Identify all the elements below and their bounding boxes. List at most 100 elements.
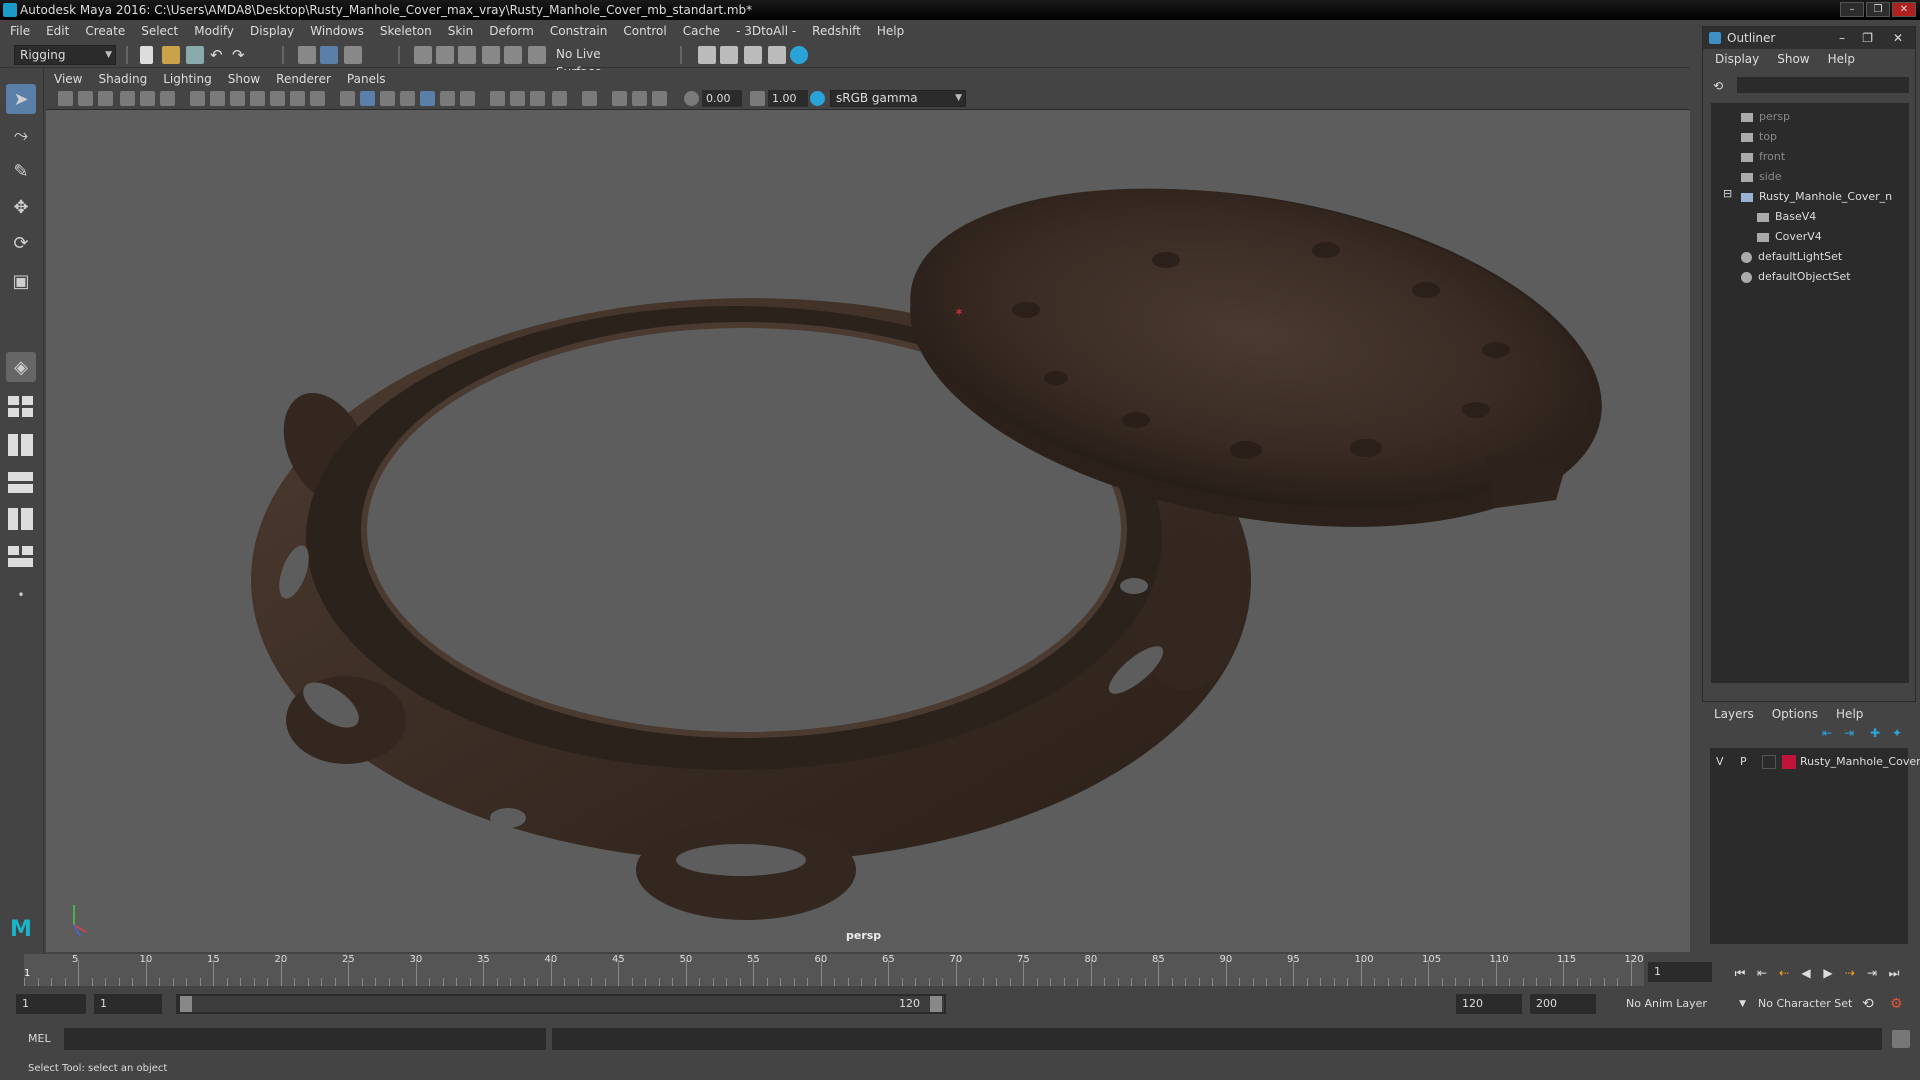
layers-menu-help[interactable]: Help (1836, 707, 1863, 721)
default-material-icon[interactable] (400, 91, 415, 106)
redo-icon[interactable]: ↷ (232, 46, 250, 64)
playback-start-field[interactable]: 1 (94, 994, 162, 1014)
select-tool-icon[interactable]: ➤ (6, 84, 36, 114)
depth-of-field-icon[interactable] (552, 91, 567, 106)
single-perspective-view-icon[interactable]: ◈ (6, 352, 36, 382)
time-ruler[interactable]: 5 10 15 20 25 30 35 40 45 50 55 60 65 70 75 80 85 90 95 100… (24, 954, 1644, 986)
viewport-menu-lighting[interactable]: Lighting (163, 72, 212, 86)
step-forward-frame-icon[interactable]: ⇢ (1842, 965, 1858, 981)
outliner-item[interactable]: Rusty_Manhole_Cover_n (1741, 187, 1892, 207)
move-layer-down-icon[interactable]: ⇥ (1844, 726, 1854, 740)
textured-icon[interactable] (420, 91, 435, 106)
exposure-field[interactable]: 0.00 (702, 90, 742, 107)
layer-color-swatch[interactable] (1782, 755, 1796, 769)
range-slider[interactable]: 1 120 (176, 994, 946, 1014)
outliner-menu-display[interactable]: Display (1715, 52, 1759, 66)
menu-select[interactable]: Select (141, 24, 178, 38)
character-set-dropdown[interactable]: No Character Set (1752, 994, 1872, 1014)
2d-pan-zoom-icon[interactable] (140, 91, 155, 106)
collapse-toggle-icon[interactable]: ⊟ (1723, 187, 1732, 200)
paint-select-tool-icon[interactable]: ✎ (6, 156, 36, 186)
menu-windows[interactable]: Windows (310, 24, 364, 38)
resolution-gate-icon[interactable] (230, 91, 245, 106)
menu-cache[interactable]: Cache (683, 24, 720, 38)
ipr-render-icon[interactable] (720, 46, 738, 64)
render-frame-icon[interactable] (698, 46, 716, 64)
safe-title-icon[interactable] (310, 91, 325, 106)
range-end-handle[interactable] (930, 996, 942, 1012)
four-view-layout-icon[interactable] (6, 394, 36, 418)
new-layer-icon[interactable]: ✚ (1870, 726, 1880, 740)
save-scene-icon[interactable] (186, 46, 204, 64)
viewport-menu-renderer[interactable]: Renderer (276, 72, 331, 86)
outliner-minimize-button[interactable]: – (1839, 27, 1845, 49)
step-forward-key-icon[interactable]: ⇥ (1864, 965, 1880, 981)
go-to-end-icon[interactable]: ⏭ (1886, 965, 1902, 981)
new-scene-icon[interactable] (140, 46, 153, 64)
current-frame-field[interactable]: 1 (1648, 962, 1712, 982)
xray-icon[interactable] (612, 91, 627, 106)
menu-skin[interactable]: Skin (448, 24, 474, 38)
time-slider[interactable]: 5 10 15 20 25 30 35 40 45 50 55 60 65 70 75 80 85 90 95 100… (0, 954, 1920, 988)
menu-control[interactable]: Control (623, 24, 666, 38)
menu-edit[interactable]: Edit (46, 24, 69, 38)
menu-file[interactable]: File (10, 24, 30, 38)
menu-create[interactable]: Create (85, 24, 125, 38)
outliner-item[interactable]: defaultObjectSet (1741, 267, 1851, 287)
outliner-graph-layout-icon[interactable] (6, 544, 36, 568)
menu-modify[interactable]: Modify (194, 24, 234, 38)
color-management-icon[interactable] (810, 91, 825, 106)
command-input[interactable] (64, 1028, 546, 1050)
outliner-item[interactable]: defaultLightSet (1741, 247, 1842, 267)
outliner-menu-help[interactable]: Help (1828, 52, 1855, 66)
hypershade-layout-icon[interactable] (6, 506, 36, 530)
gamma-field[interactable]: 1.00 (768, 90, 808, 107)
isolate-select-icon[interactable] (582, 91, 597, 106)
playback-end-field[interactable]: 120 (1456, 994, 1522, 1014)
gamma-icon[interactable] (750, 91, 765, 106)
render-view-icon[interactable] (790, 46, 808, 64)
animation-start-field[interactable]: 1 (16, 994, 86, 1014)
gate-mask-icon[interactable] (250, 91, 265, 106)
bookmark-icon[interactable] (98, 91, 113, 106)
render-settings-icon[interactable] (744, 46, 762, 64)
select-hierarchy-icon[interactable] (298, 46, 316, 64)
move-layer-up-icon[interactable]: ⇤ (1822, 726, 1832, 740)
layers-menu-layers[interactable]: Layers (1714, 707, 1754, 721)
range-start-handle[interactable] (180, 996, 192, 1012)
maximize-button[interactable]: ❐ (1866, 2, 1890, 17)
screen-space-ao-icon[interactable] (490, 91, 505, 106)
camera-attributes-icon[interactable] (78, 91, 93, 106)
shadows-icon[interactable] (460, 91, 475, 106)
go-to-start-icon[interactable]: ⏮ (1732, 965, 1748, 981)
undo-icon[interactable]: ↶ (210, 46, 228, 64)
more-layouts-icon[interactable]: • (6, 580, 36, 610)
outliner-search-input[interactable] (1737, 77, 1909, 93)
persp-graph-layout-icon[interactable] (6, 470, 36, 494)
anim-layer-dropdown[interactable]: No Anim Layer ▼ (1620, 994, 1750, 1014)
range-bar[interactable] (192, 996, 944, 1012)
menu-set-dropdown[interactable]: Rigging ▼ (14, 45, 116, 65)
smooth-shade-icon[interactable] (360, 91, 375, 106)
persp-outliner-layout-icon[interactable] (6, 432, 36, 456)
play-forward-icon[interactable]: ▶ (1820, 965, 1836, 981)
outliner-item[interactable]: persp (1741, 107, 1790, 127)
outliner-restore-button[interactable]: ❐ (1862, 27, 1873, 49)
scale-tool-icon[interactable]: ▣ (6, 266, 36, 296)
menu-skeleton[interactable]: Skeleton (380, 24, 432, 38)
auto-key-icon[interactable]: ⟲ (1862, 996, 1874, 1012)
new-layer-selected-icon[interactable]: ✦ (1892, 726, 1902, 740)
outliner-item[interactable]: side (1741, 167, 1782, 187)
step-back-frame-icon[interactable]: ⇠ (1776, 965, 1792, 981)
select-object-icon[interactable] (320, 46, 338, 64)
xray-components-icon[interactable] (652, 91, 667, 106)
film-gate-icon[interactable] (210, 91, 225, 106)
live-surface-field[interactable]: No Live Surface (551, 45, 641, 79)
motion-blur-icon[interactable] (510, 91, 525, 106)
layer-row[interactable]: V P Rusty_Manhole_Cover (1710, 752, 1920, 772)
safe-action-icon[interactable] (290, 91, 305, 106)
outliner-item[interactable]: BaseV4 (1757, 207, 1816, 227)
layers-menu-options[interactable]: Options (1772, 707, 1818, 721)
play-backward-icon[interactable]: ◀ (1798, 965, 1814, 981)
outliner-close-button[interactable]: ✕ (1893, 27, 1903, 49)
